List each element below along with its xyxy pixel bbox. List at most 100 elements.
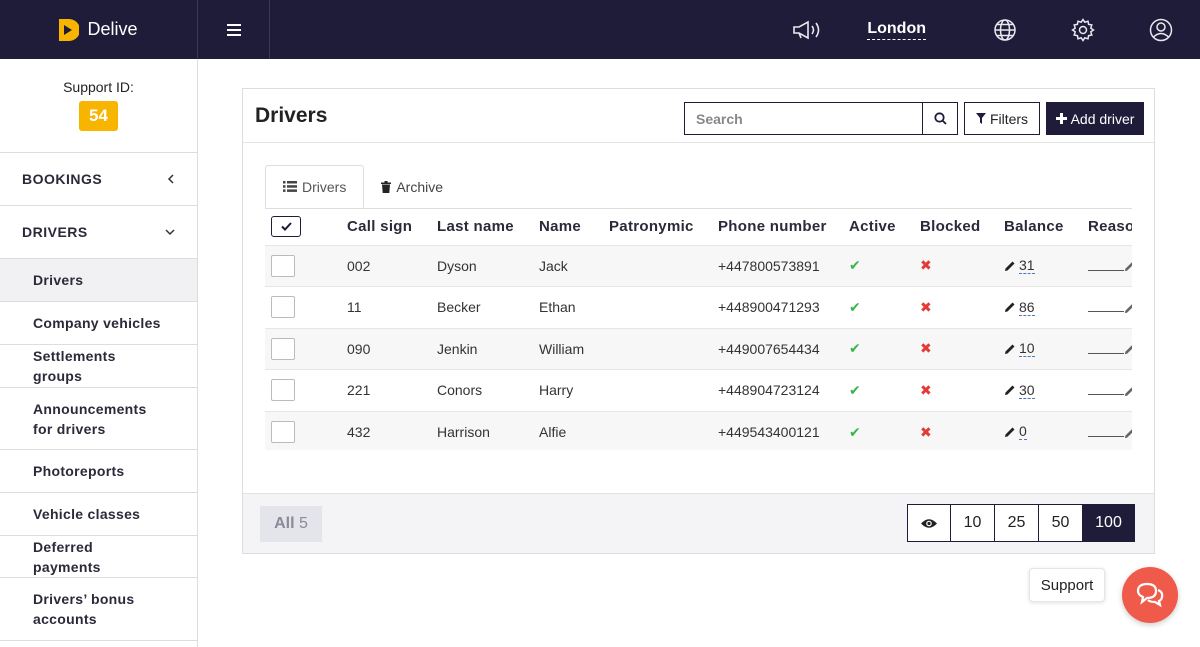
sidebar-item-deferred-payments[interactable]: Deferred payments [0,536,197,578]
column-header[interactable]: Reaso [1088,209,1132,245]
table-header-row: Call sign Last name Name Patronymic Phon… [265,209,1132,245]
sidebar-item-settlements-groups[interactable]: Settlements groups [0,345,197,388]
column-visibility-button[interactable] [908,505,950,541]
support-chat-button[interactable] [1122,567,1178,623]
balance-value: 30 [1019,381,1035,399]
filters-button[interactable]: Filters [964,102,1040,135]
search-input[interactable] [684,102,922,135]
sidebar-item-announcements[interactable]: Announcements for drivers [0,388,197,450]
cell-name: William [539,327,609,370]
column-header[interactable]: Blocked [920,209,1004,245]
sidebar: Support ID: 54 BOOKINGS DRIVERS Drivers … [0,59,198,647]
column-header[interactable]: Call sign [347,209,437,245]
column-header[interactable]: Active [849,209,920,245]
balance-edit[interactable]: 30 [1004,382,1035,399]
add-driver-button[interactable]: Add driver [1046,102,1144,135]
column-header[interactable]: Balance [1004,209,1088,245]
reason-empty [1088,387,1124,396]
user-icon [1149,18,1173,41]
cell-patronymic [609,369,718,411]
check-icon [280,222,292,232]
column-header[interactable]: Last name [437,209,539,245]
blocked-cross-icon: ✖ [920,423,932,440]
tab-archive[interactable]: Archive [364,165,460,208]
column-header[interactable]: Patronymic [609,209,718,245]
pencil-icon [1124,262,1132,272]
sidebar-item-bonus-accounts[interactable]: Drivers’ bonus accounts [0,578,197,641]
pencil-icon [1124,304,1132,313]
reason-edit[interactable] [1088,303,1132,314]
drivers-card: Drivers Filters Add driver Drivers Archi… [242,88,1155,554]
total-count: All 5 [260,506,322,542]
tabs: Drivers Archive [265,165,460,208]
page-size-selector: 10 25 50 100 [907,504,1135,542]
menu-toggle-button[interactable] [198,0,270,59]
balance-value: 10 [1019,340,1035,357]
balance-edit[interactable]: 31 [1004,257,1035,274]
plus-icon [1055,113,1067,124]
page-size-10[interactable]: 10 [950,505,994,541]
sidebar-section-drivers[interactable]: DRIVERS [0,206,197,259]
total-label: All [274,515,295,532]
sidebar-item-label: Company vehicles [33,315,161,331]
row-checkbox[interactable] [271,421,295,443]
row-checkbox[interactable] [271,296,295,319]
select-all-checkbox[interactable] [271,216,301,238]
app-name: Delive [87,19,138,39]
active-check-icon: ✔ [849,423,861,440]
reason-edit[interactable] [1088,428,1132,439]
drivers-table-wrap[interactable]: Call sign Last name Name Patronymic Phon… [265,208,1132,450]
announcements-button[interactable] [777,0,837,59]
table-row[interactable]: 002 Dyson Jack +447800573891 ✔ ✖ 31 [265,244,1132,287]
sidebar-item-photoreports[interactable]: Photoreports [0,450,197,493]
card-footer: All 5 10 25 50 100 [243,493,1154,553]
active-check-icon: ✔ [849,298,861,315]
eye-icon [921,518,937,528]
reason-edit[interactable] [1088,386,1132,397]
search-button[interactable] [922,102,958,135]
sidebar-section-label: BOOKINGS [22,171,103,187]
row-checkbox[interactable] [271,337,295,360]
pencil-icon [1005,302,1015,312]
cell-phone: +448904723124 [718,369,849,411]
page-size-50[interactable]: 50 [1038,505,1082,541]
cell-last-name: Jenkin [437,327,539,370]
profile-button[interactable] [1122,0,1200,59]
column-header[interactable]: Phone number [718,209,849,245]
page-size-25[interactable]: 25 [994,505,1038,541]
logo-icon [59,18,80,41]
balance-edit[interactable]: 86 [1004,299,1035,316]
language-button[interactable] [966,0,1044,59]
settings-button[interactable] [1044,0,1122,59]
sidebar-section-label: DRIVERS [22,224,88,240]
balance-edit[interactable]: 0 [1004,423,1027,441]
reason-edit[interactable] [1088,344,1132,355]
sidebar-section-bookings[interactable]: BOOKINGS [0,153,197,206]
support-label[interactable]: Support [1029,568,1105,602]
column-header[interactable]: Name [539,209,609,245]
page-size-100[interactable]: 100 [1082,505,1134,541]
row-checkbox[interactable] [271,254,295,277]
brand[interactable]: Delive [0,0,198,59]
cell-name: Harry [539,369,609,411]
city-selector[interactable]: London [867,20,926,40]
sidebar-item-drivers[interactable]: Drivers [0,259,197,302]
reason-empty [1088,263,1124,271]
table-row[interactable]: 221 Conors Harry +448904723124 ✔ ✖ 30 [265,369,1132,411]
table-row[interactable]: 432 Harrison Alfie +449543400121 ✔ ✖ 0 [265,410,1132,450]
row-checkbox[interactable] [271,379,295,402]
cell-patronymic [609,286,718,328]
sidebar-item-company-vehicles[interactable]: Company vehicles [0,302,197,345]
active-check-icon: ✔ [849,257,861,274]
table-row[interactable]: 11 Becker Ethan +448900471293 ✔ ✖ 86 [265,286,1132,328]
pencil-icon [1005,427,1015,437]
pencil-icon [1124,387,1132,396]
balance-edit[interactable]: 10 [1004,340,1035,357]
sidebar-item-vehicle-classes[interactable]: Vehicle classes [0,493,197,536]
cell-call-sign: 002 [347,244,437,287]
reason-edit[interactable] [1088,261,1132,272]
card-header: Drivers Filters Add driver [243,89,1154,143]
tab-drivers[interactable]: Drivers [265,165,365,208]
support-id-block: Support ID: 54 [0,59,197,153]
table-row[interactable]: 090 Jenkin William +449007654434 ✔ ✖ 10 [265,327,1132,370]
